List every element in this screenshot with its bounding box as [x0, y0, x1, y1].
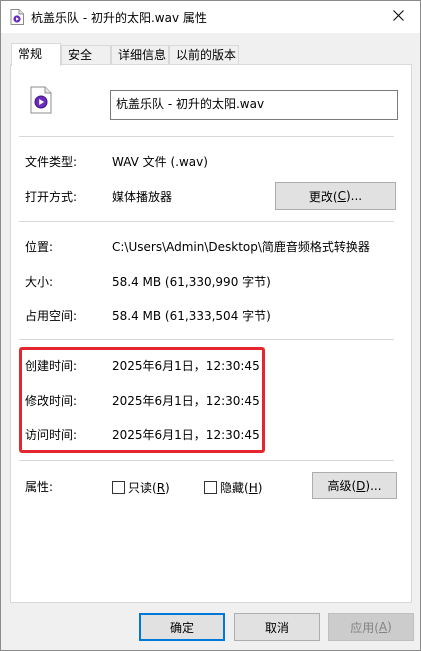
attributes-label: 属性:: [25, 480, 54, 494]
tab-security[interactable]: 安全: [61, 45, 111, 65]
open-with-value: 媒体播放器: [112, 190, 173, 204]
general-panel: [10, 64, 412, 603]
hidden-checkbox[interactable]: [204, 481, 217, 494]
file-name-input[interactable]: 杭盖乐队 - 初升的太阳.wav: [110, 90, 398, 120]
tab-previous-versions[interactable]: 以前的版本: [169, 45, 239, 65]
tab-details[interactable]: 详细信息: [111, 45, 169, 65]
size-on-disk-value: 58.4 MB (61,333,504 字节): [112, 309, 271, 323]
readonly-label[interactable]: 只读(R): [128, 479, 170, 496]
size-label: 大小:: [25, 275, 54, 289]
open-with-label: 打开方式:: [25, 190, 78, 204]
readonly-checkbox[interactable]: [112, 481, 125, 494]
tab-general[interactable]: 常规: [11, 43, 61, 66]
separator: [19, 221, 394, 222]
large-audio-file-icon: [29, 86, 53, 114]
separator: [19, 136, 394, 137]
advanced-button[interactable]: 高级(D)...: [312, 472, 397, 499]
ok-button[interactable]: 确定: [139, 613, 225, 641]
window-title: 杭盖乐队 - 初升的太阳.wav 属性: [31, 11, 207, 25]
size-value: 58.4 MB (61,330,990 字节): [112, 275, 271, 289]
close-button[interactable]: [376, 1, 420, 33]
change-button[interactable]: 更改(C)...: [275, 182, 396, 210]
apply-button[interactable]: 应用(A): [328, 613, 414, 641]
audio-file-icon: [10, 9, 24, 25]
file-type-value: WAV 文件 (.wav): [112, 155, 208, 169]
cancel-button[interactable]: 取消: [234, 613, 320, 641]
hidden-label[interactable]: 隐藏(H): [220, 479, 262, 496]
timestamps-highlight-box: [19, 347, 265, 453]
file-type-label: 文件类型:: [25, 155, 78, 169]
close-icon: [392, 10, 404, 24]
separator: [19, 339, 394, 340]
title-bar[interactable]: 杭盖乐队 - 初升的太阳.wav 属性: [1, 1, 420, 33]
size-on-disk-label: 占用空间:: [25, 309, 78, 323]
location-label: 位置:: [25, 240, 54, 254]
separator: [19, 460, 394, 461]
properties-window: 杭盖乐队 - 初升的太阳.wav 属性 常规 安全 详细信息 以前的版本 杭盖乐…: [0, 0, 421, 651]
location-value: C:\Users\Admin\Desktop\简鹿音频格式转换器: [112, 240, 370, 254]
